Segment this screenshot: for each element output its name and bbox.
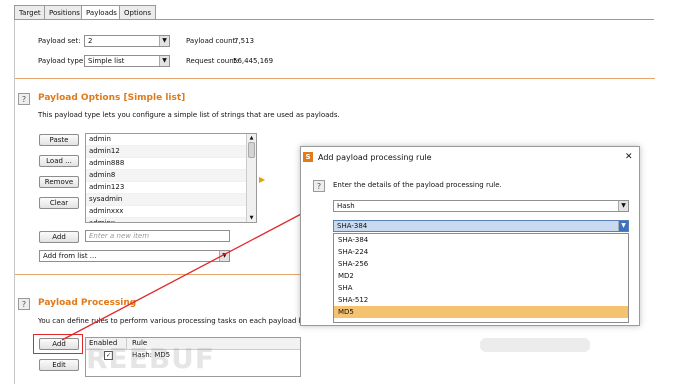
dialog-title: Add payload processing rule xyxy=(318,153,432,162)
help-icon[interactable]: ? xyxy=(313,180,325,192)
burp-logo-icon: S xyxy=(303,152,313,162)
close-icon[interactable]: ✕ xyxy=(625,152,633,162)
dropdown-option-selected[interactable]: MD5 xyxy=(334,306,628,318)
hash-dropdown-list[interactable]: SHA-384 SHA-224 SHA-256 MD2 SHA SHA-512 … xyxy=(333,233,629,323)
hash-algorithm-select[interactable]: SHA-384 ▼ xyxy=(333,220,629,232)
hash-algorithm-value: SHA-384 xyxy=(337,222,368,230)
dropdown-option[interactable]: SHA-256 xyxy=(334,258,628,270)
chevron-down-icon: ▼ xyxy=(618,221,628,231)
add-rule-dialog: S Add payload processing rule ✕ ? Enter … xyxy=(300,146,640,326)
chevron-down-icon: ▼ xyxy=(618,201,628,211)
rule-type-select[interactable]: Hash ▼ xyxy=(333,200,629,212)
dropdown-option[interactable]: SHA xyxy=(334,282,628,294)
dialog-instruction: Enter the details of the payload process… xyxy=(333,181,502,189)
dropdown-option[interactable]: SHA-512 xyxy=(334,294,628,306)
dropdown-option[interactable]: MD2 xyxy=(334,270,628,282)
dropdown-option[interactable]: SHA-384 xyxy=(334,234,628,246)
rule-type-value: Hash xyxy=(337,202,355,210)
dropdown-option[interactable]: SHA-224 xyxy=(334,246,628,258)
